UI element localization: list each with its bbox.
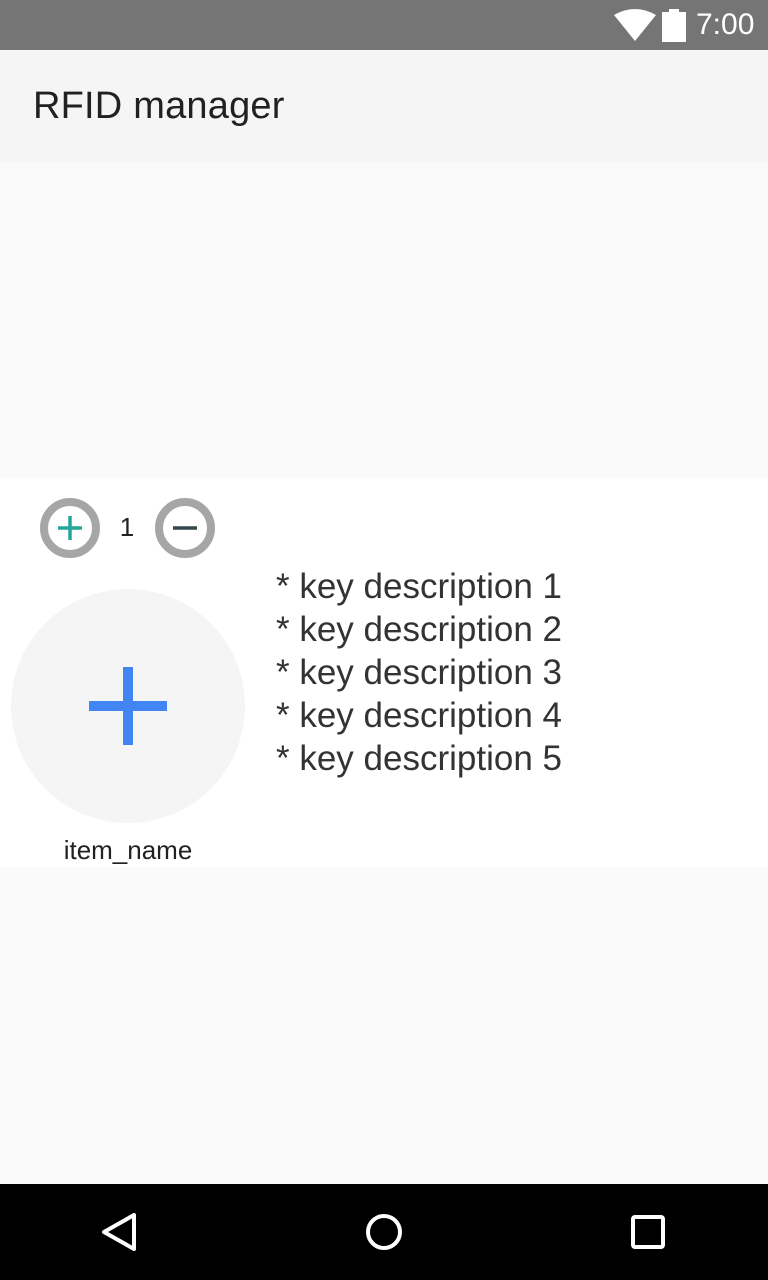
back-icon [100,1212,140,1252]
home-button[interactable] [364,1212,404,1252]
recent-apps-icon [628,1212,668,1252]
status-bar: 7:00 [0,0,768,50]
quantity-value: 1 [119,512,135,542]
app-bar: RFID manager [0,50,768,162]
key-description-item: * key description 4 [276,696,562,735]
back-button[interactable] [100,1212,140,1252]
wifi-icon [614,9,656,41]
app-title: RFID manager [33,85,285,127]
recent-apps-button[interactable] [628,1212,668,1252]
item-card: 1 item_name * key description 1 * key de… [0,478,768,867]
key-description-item: * key description 3 [276,653,562,692]
home-icon [364,1212,404,1252]
item-name: item_name [63,835,193,865]
key-description-item: * key description 1 [276,567,562,606]
key-description-list: * key description 1 * key description 2 … [276,565,562,780]
key-description-item: * key description 2 [276,610,562,649]
status-time: 7:00 [696,8,755,41]
increase-quantity-button[interactable] [40,498,100,558]
key-description-item: * key description 5 [276,739,562,778]
navigation-bar [0,1184,768,1280]
battery-icon [662,9,686,42]
decrease-quantity-button[interactable] [155,498,215,558]
item-image-button[interactable] [11,589,245,823]
